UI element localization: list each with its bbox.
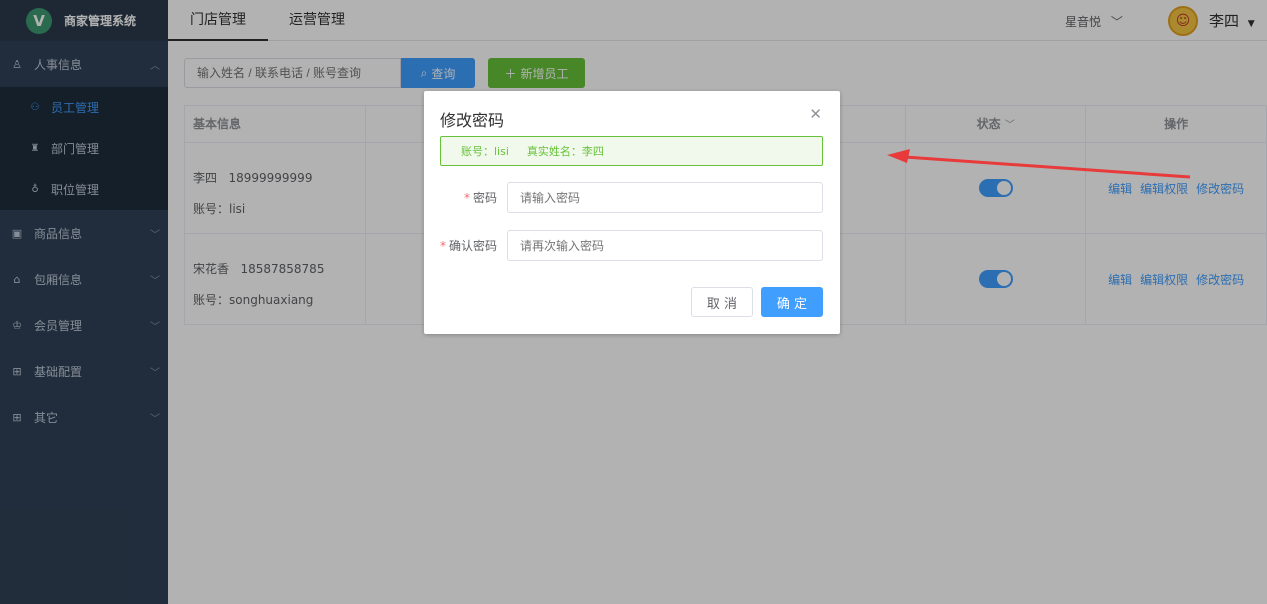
password-field[interactable] [507,182,823,213]
password-row: * 密码 [440,182,823,213]
close-icon[interactable]: ✕ [809,105,822,123]
confirm-password-row: * 确认密码 [440,230,823,261]
account-info-alert: 账号：lisi 真实姓名：李四 [440,136,823,166]
alert-realname: 真实姓名：李四 [526,145,604,158]
confirm-button[interactable]: 确 定 [761,287,823,317]
dialog-title: 修改密码 [440,111,505,130]
cancel-button[interactable]: 取 消 [691,287,753,317]
confirm-password-field[interactable] [507,230,823,261]
confirm-password-label: * 确认密码 [440,239,498,253]
password-label: * 密码 [463,191,497,205]
change-password-dialog: 修改密码 ✕ 账号：lisi 真实姓名：李四 *密码 *确认密码 取 消 确 定 [424,91,840,334]
alert-account: 账号：lisi [461,145,509,158]
